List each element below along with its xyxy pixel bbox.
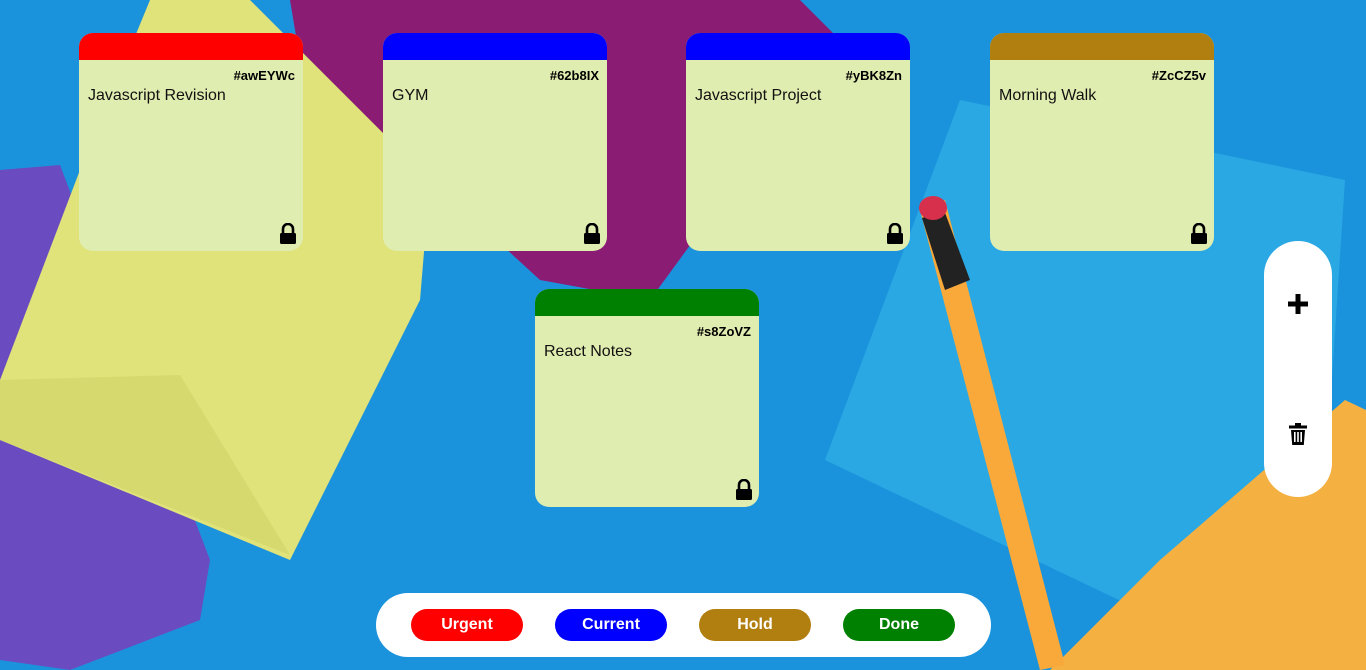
ticket-task[interactable]: Javascript Revision <box>88 87 226 105</box>
filter-urgent-button[interactable]: Urgent <box>411 609 523 641</box>
lock-icon[interactable] <box>583 223 601 245</box>
filter-done-button[interactable]: Done <box>843 609 955 641</box>
ticket-id: #62b8IX <box>549 68 599 83</box>
ticket-color-strip[interactable] <box>535 289 759 316</box>
ticket-task[interactable]: React Notes <box>544 343 632 361</box>
ticket-card[interactable]: #s8ZoVZ React Notes <box>535 289 759 507</box>
toolbox <box>1264 241 1332 497</box>
ticket-task[interactable]: Morning Walk <box>999 87 1096 105</box>
add-ticket-button[interactable] <box>1283 289 1313 319</box>
ticket-color-strip[interactable] <box>79 33 303 60</box>
lock-icon[interactable] <box>886 223 904 245</box>
trash-icon <box>1289 423 1307 445</box>
ticket-task[interactable]: Javascript Project <box>695 87 821 105</box>
lock-icon[interactable] <box>1190 223 1208 245</box>
delete-ticket-button[interactable] <box>1283 419 1313 449</box>
ticket-id: #ZcCZ5v <box>1151 68 1206 83</box>
ticket-card[interactable]: #ZcCZ5v Morning Walk <box>990 33 1214 251</box>
ticket-id: #awEYWc <box>233 68 295 83</box>
filter-bar: Urgent Current Hold Done <box>376 593 991 657</box>
lock-icon[interactable] <box>279 223 297 245</box>
ticket-card[interactable]: #yBK8Zn Javascript Project <box>686 33 910 251</box>
ticket-card[interactable]: #62b8IX GYM <box>383 33 607 251</box>
ticket-color-strip[interactable] <box>383 33 607 60</box>
ticket-task[interactable]: GYM <box>392 87 428 105</box>
plus-icon <box>1288 294 1308 314</box>
ticket-color-strip[interactable] <box>686 33 910 60</box>
ticket-id: #s8ZoVZ <box>696 324 751 339</box>
filter-current-button[interactable]: Current <box>555 609 667 641</box>
lock-icon[interactable] <box>735 479 753 501</box>
ticket-color-strip[interactable] <box>990 33 1214 60</box>
ticket-card[interactable]: #awEYWc Javascript Revision <box>79 33 303 251</box>
filter-hold-button[interactable]: Hold <box>699 609 811 641</box>
ticket-id: #yBK8Zn <box>845 68 902 83</box>
